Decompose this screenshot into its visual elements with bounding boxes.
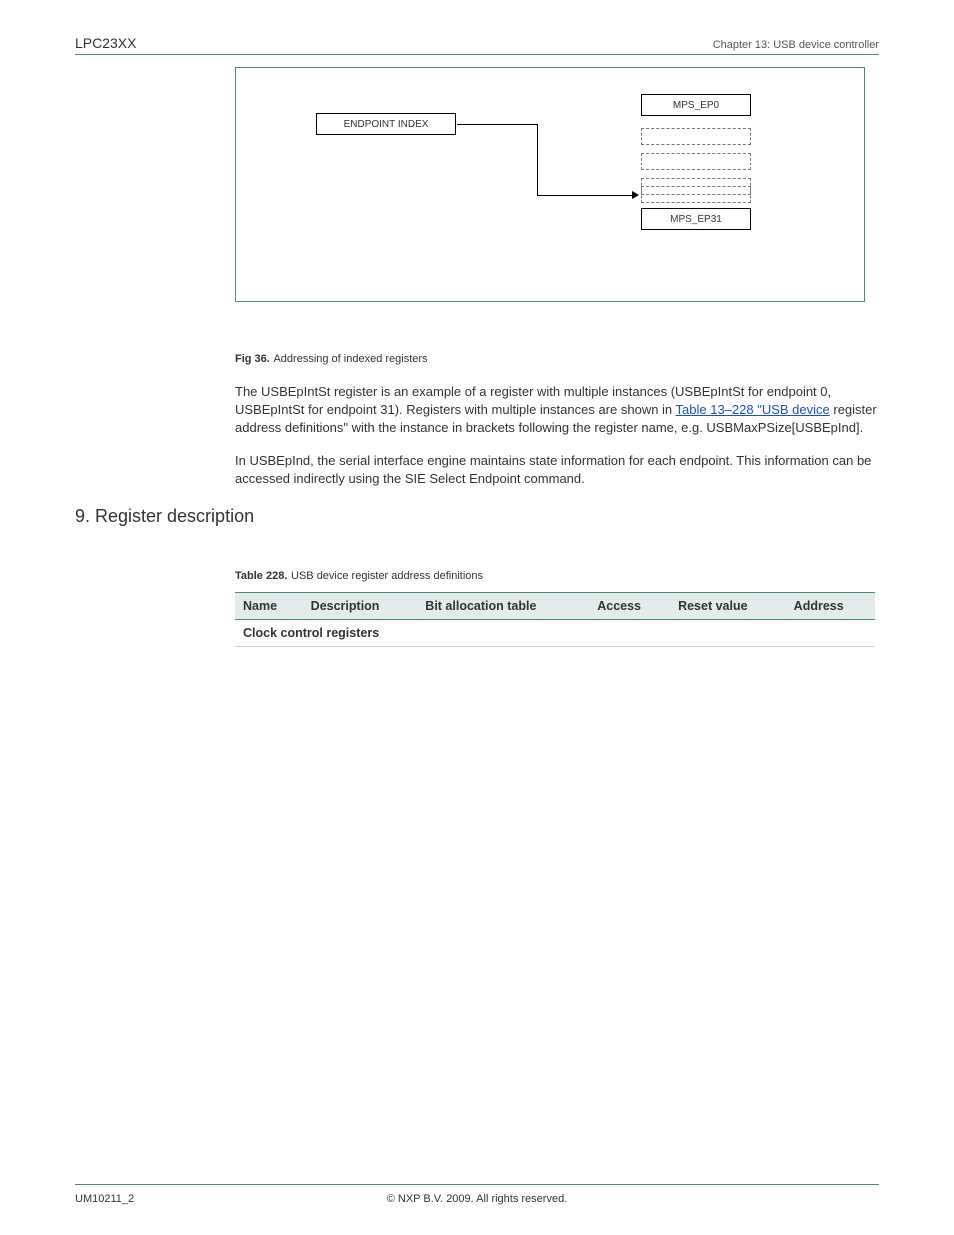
para-2: In USBEpInd, the serial interface engine…: [235, 452, 879, 488]
mps-slot-dashed-1: [641, 128, 751, 145]
th-desc: Description: [303, 592, 418, 619]
th-bat: Bit allocation table: [417, 592, 589, 619]
figure-caption: Fig 36. Addressing of indexed registers: [235, 350, 879, 365]
header-product: LPC23XX: [75, 35, 136, 51]
th-name: Name: [235, 592, 303, 619]
footer-rule: [75, 1184, 879, 1185]
th-rst: Reset value: [670, 592, 786, 619]
mps-ep0-register: MPS_EP0: [641, 94, 751, 116]
th-acc: Access: [589, 592, 670, 619]
table-228-caption: Table 228. USB device register address d…: [235, 567, 879, 582]
endpoint-index-register: ENDPOINT INDEX: [316, 113, 456, 135]
figure-36-diagram: ENDPOINT INDEX MPS_EP0 MPS_EP31: [235, 67, 865, 302]
figure-text: Addressing of indexed registers: [273, 353, 427, 365]
connector-arrow: [632, 191, 639, 199]
connector-seg1: [457, 124, 537, 125]
footer-center: © NXP B.V. 2009. All rights reserved.: [0, 1193, 954, 1205]
row-clock-control-hdr: Clock control registers: [235, 619, 875, 646]
connector-seg2: [537, 124, 538, 196]
figure-label: Fig 36.: [235, 353, 270, 365]
header-chapter: Chapter 13: USB device controller: [713, 39, 879, 51]
mps-slot-dashed-4: [641, 186, 751, 203]
header-rule: [75, 54, 879, 55]
table-228-link[interactable]: Table 13–228 "USB device: [676, 402, 830, 417]
table-228: Name Description Bit allocation table Ac…: [235, 592, 875, 647]
section-heading-9: 9. Register description: [75, 506, 879, 527]
th-addr: Address: [786, 592, 875, 619]
mps-slot-dashed-2: [641, 153, 751, 170]
table-228-label: Table 228.: [235, 570, 287, 582]
table-228-title-text: USB device register address definitions: [291, 570, 483, 582]
mps-ep31-register: MPS_EP31: [641, 208, 751, 230]
para-1: The USBEpIntSt register is an example of…: [235, 383, 879, 438]
connector-seg3: [537, 195, 633, 196]
